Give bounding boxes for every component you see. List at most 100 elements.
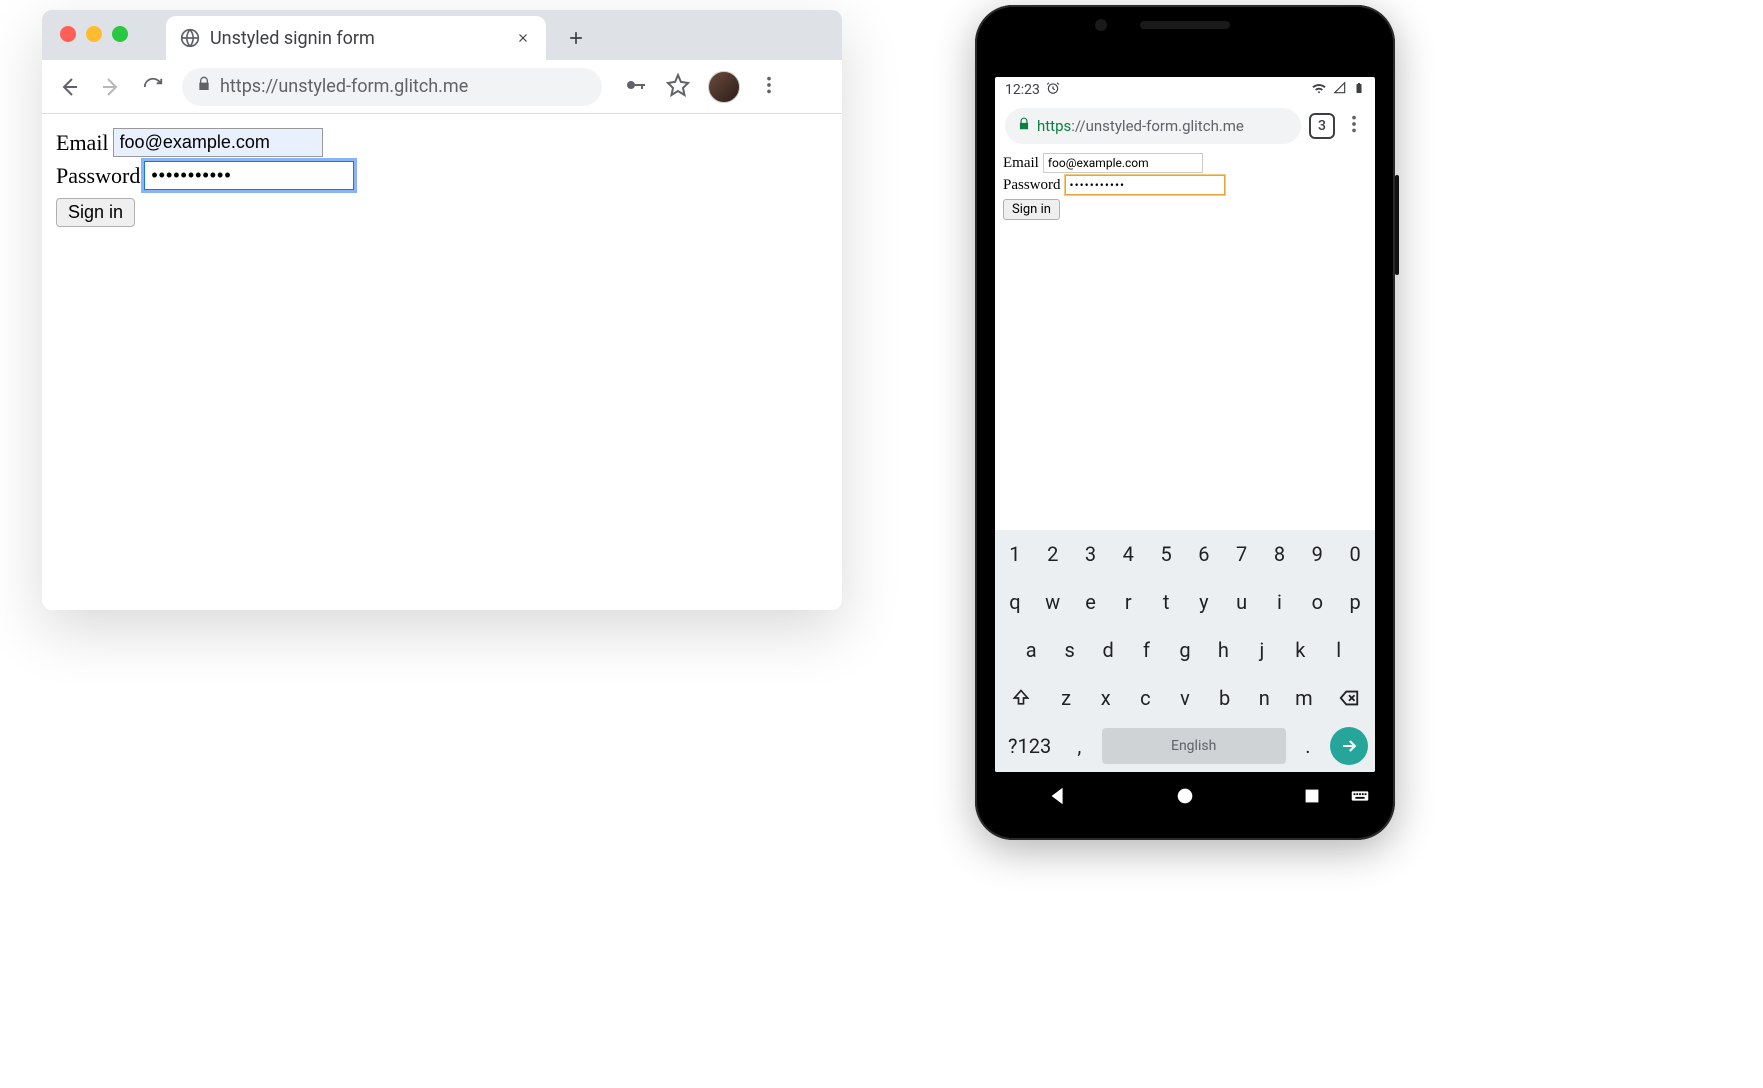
key-s[interactable]: s [1052,630,1086,670]
key-1[interactable]: 1 [998,534,1032,574]
shift-key[interactable] [998,678,1044,718]
lock-icon [1017,117,1031,135]
password-field[interactable] [1065,175,1225,195]
mobile-address-bar[interactable]: https://unstyled-form.glitch.me [1005,108,1301,144]
android-nav-bar [995,778,1375,818]
key-p[interactable]: p [1338,582,1372,622]
keyboard-row-bottom: ?123 , English . [998,726,1372,766]
address-bar[interactable]: https://unstyled-form.glitch.me [182,68,602,106]
keyboard-row-numbers: 1234567890 [998,534,1372,574]
close-window-button[interactable] [60,26,76,42]
key-d[interactable]: d [1091,630,1125,670]
key-j[interactable]: j [1245,630,1279,670]
key-9[interactable]: 9 [1300,534,1334,574]
phone-front-camera [1095,19,1107,31]
phone-speaker-grille [1140,21,1230,29]
close-tab-icon[interactable] [514,29,532,47]
key-3[interactable]: 3 [1074,534,1108,574]
email-label: Email [1003,155,1039,172]
signin-button[interactable]: Sign in [56,198,135,227]
lock-icon [196,76,212,97]
signin-button[interactable]: Sign in [1003,199,1060,220]
signal-icon [1333,81,1347,99]
reload-button[interactable] [140,74,166,100]
enter-key[interactable] [1330,727,1368,765]
mobile-page-content: Email Password Sign in [995,149,1375,224]
key-0[interactable]: 0 [1338,534,1372,574]
key-v[interactable]: v [1167,678,1203,718]
key-z[interactable]: z [1048,678,1084,718]
email-field[interactable] [1043,153,1203,173]
window-controls [60,26,128,42]
tab-switcher-button[interactable]: 3 [1309,113,1335,139]
key-r[interactable]: r [1111,582,1145,622]
status-bar: 12:23 [995,77,1375,103]
key-x[interactable]: x [1088,678,1124,718]
password-field[interactable] [144,161,354,190]
forward-button[interactable] [98,74,124,100]
email-field[interactable] [113,128,323,157]
key-c[interactable]: c [1128,678,1164,718]
url-text: https://unstyled-form.glitch.me [220,76,468,97]
key-n[interactable]: n [1246,678,1282,718]
new-tab-button[interactable] [560,22,592,54]
kebab-menu-icon[interactable] [1343,113,1365,139]
star-icon[interactable] [666,73,690,101]
key-e[interactable]: e [1074,582,1108,622]
key-t[interactable]: t [1149,582,1183,622]
key-b[interactable]: b [1207,678,1243,718]
spacebar-key[interactable]: English [1102,728,1286,764]
alarm-icon [1046,81,1060,99]
nav-recent-icon[interactable] [1301,785,1323,811]
maximize-window-button[interactable] [112,26,128,42]
key-4[interactable]: 4 [1111,534,1145,574]
comma-key[interactable]: , [1063,726,1095,766]
kebab-menu-icon[interactable] [758,74,780,100]
key-h[interactable]: h [1206,630,1240,670]
key-m[interactable]: m [1286,678,1322,718]
key-l[interactable]: l [1322,630,1356,670]
phone-power-button [1395,175,1399,275]
key-u[interactable]: u [1225,582,1259,622]
keyboard-row-asdf: asdfghjkl [998,630,1372,670]
signin-form: Email Password Sign in [56,128,828,227]
key-6[interactable]: 6 [1187,534,1221,574]
minimize-window-button[interactable] [86,26,102,42]
page-content: Email Password Sign in [42,114,842,241]
nav-keyboard-icon[interactable] [1349,785,1371,811]
status-time: 12:23 [1005,82,1040,98]
backspace-key[interactable] [1326,678,1372,718]
key-g[interactable]: g [1168,630,1202,670]
keyboard-row-qwerty: qwertyuiop [998,582,1372,622]
key-a[interactable]: a [1014,630,1048,670]
key-i[interactable]: i [1263,582,1297,622]
back-button[interactable] [56,74,82,100]
key-7[interactable]: 7 [1225,534,1259,574]
tab-bar: Unstyled signin form [42,10,842,60]
on-screen-keyboard: 1234567890 qwertyuiop asdfghjkl zxcvbnm … [995,530,1375,772]
profile-avatar[interactable] [708,71,740,103]
password-label: Password [56,163,140,189]
browser-tab[interactable]: Unstyled signin form [166,16,546,60]
key-f[interactable]: f [1129,630,1163,670]
key-5[interactable]: 5 [1149,534,1183,574]
globe-icon [180,28,200,48]
url-text: https://unstyled-form.glitch.me [1037,117,1244,135]
nav-back-icon[interactable] [1047,785,1069,811]
key-w[interactable]: w [1036,582,1070,622]
nav-home-icon[interactable] [1174,785,1196,811]
key-icon[interactable] [624,73,648,101]
key-y[interactable]: y [1187,582,1221,622]
toolbar-actions [624,71,780,103]
key-8[interactable]: 8 [1263,534,1297,574]
period-key[interactable]: . [1292,726,1324,766]
key-k[interactable]: k [1283,630,1317,670]
key-q[interactable]: q [998,582,1032,622]
tab-title: Unstyled signin form [210,28,504,49]
keyboard-row-zxcv: zxcvbnm [998,678,1372,718]
email-label: Email [56,130,109,156]
desktop-browser-window: Unstyled signin form https://unstyled-fo… [42,10,842,610]
key-2[interactable]: 2 [1036,534,1070,574]
key-o[interactable]: o [1300,582,1334,622]
symbols-key[interactable]: ?123 [1002,726,1057,766]
